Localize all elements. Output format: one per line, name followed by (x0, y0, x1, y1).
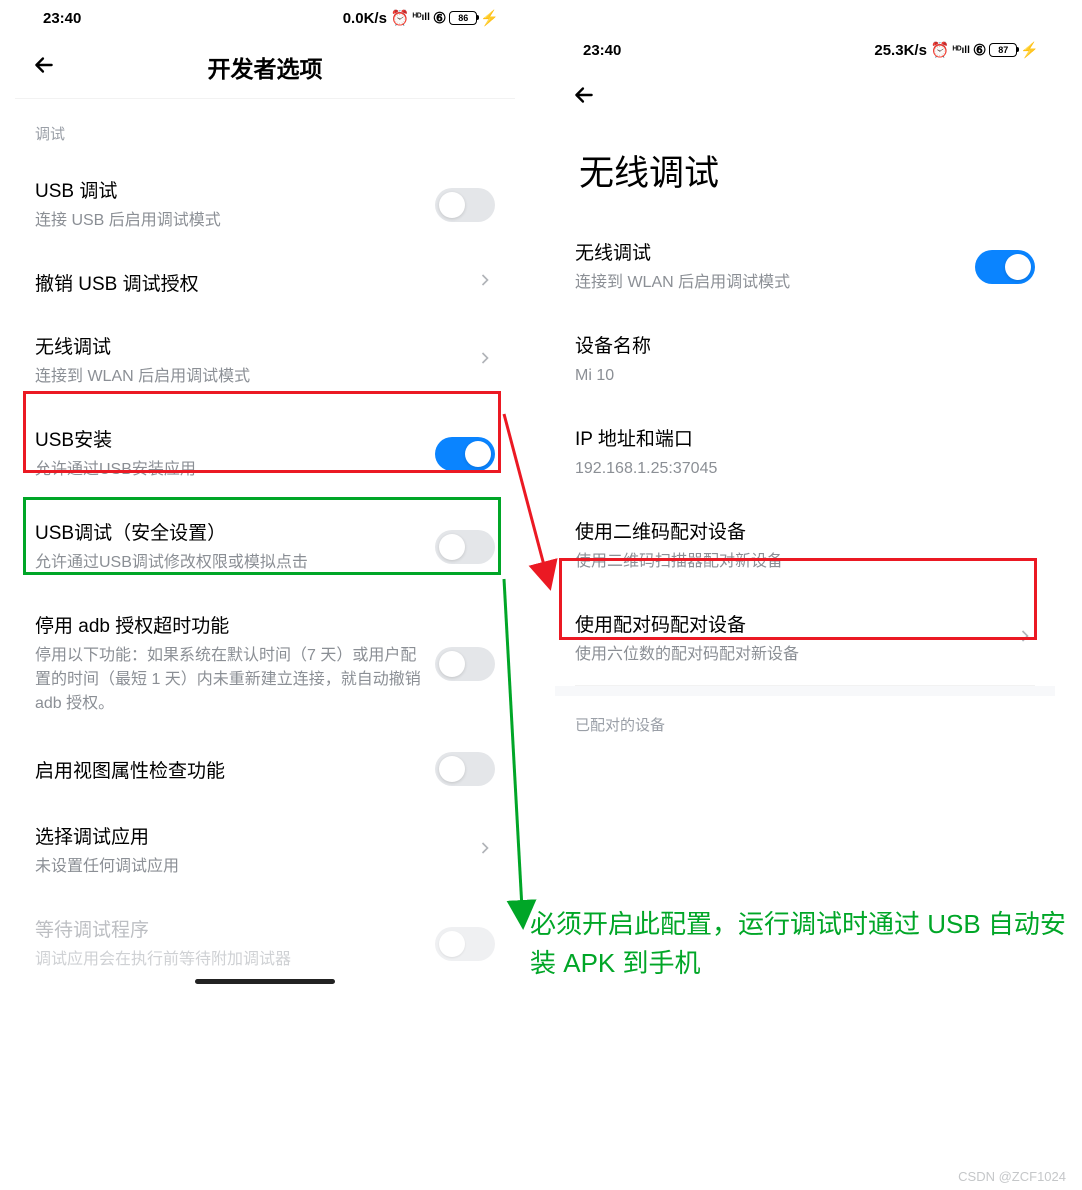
status-bar: 23:40 25.3K/s ⏰ ᴴᴰıll ⑥ 87 ⚡ (555, 32, 1055, 64)
item-ip-port: IP 地址和端口 192.168.1.25:37045 (555, 406, 1055, 499)
item-usb-debug-security[interactable]: USB调试（安全设置） 允许通过USB调试修改权限或模拟点击 (15, 500, 515, 593)
item-pair-qr[interactable]: 使用二维码配对设备 使用二维码扫描器配对新设备 (555, 499, 1055, 592)
status-right: 0.0K/s ⏰ ᴴᴰıll ⑥ 86 ⚡ (343, 9, 499, 27)
item-wait-debugger: 等待调试程序 调试应用会在执行前等待附加调试器 (15, 897, 515, 990)
item-title: 启用视图属性检查功能 (35, 756, 423, 783)
item-device-name[interactable]: 设备名称 Mi 10 (555, 313, 1055, 406)
phone-right: 23:40 25.3K/s ⏰ ᴴᴰıll ⑥ 87 ⚡ 无线调试 无线调试 连… (555, 32, 1055, 749)
page-title: 无线调试 (555, 127, 1055, 220)
item-pair-code[interactable]: 使用配对码配对设备 使用六位数的配对码配对新设备 (555, 592, 1055, 685)
item-desc: 停用以下功能：如果系统在默认时间（7 天）或用户配置的时间（最短 1 天）内未重… (35, 644, 423, 716)
item-usb-install[interactable]: USB安装 允许通过USB安装应用 (15, 407, 515, 500)
item-desc: Mi 10 (575, 364, 1023, 388)
watermark: CSDN @ZCF1024 (958, 1169, 1066, 1184)
chevron-right-icon (1015, 626, 1035, 651)
item-view-attr[interactable]: 启用视图属性检查功能 (15, 734, 515, 804)
chevron-right-icon (475, 838, 495, 863)
annotation-text: 必须开启此配置，运行调试时通过 USB 自动安装 APK 到手机 (530, 905, 1075, 983)
status-icons: ⏰ ᴴᴰıll ⑥ 87 ⚡ (931, 41, 1039, 59)
item-wireless-debug[interactable]: 无线调试 连接到 WLAN 后启用调试模式 (15, 314, 515, 407)
back-icon[interactable] (31, 52, 57, 83)
item-desc: 连接到 WLAN 后启用调试模式 (575, 271, 963, 295)
status-icons: ⏰ ᴴᴰıll ⑥ 86 ⚡ (391, 9, 499, 27)
item-usb-debug[interactable]: USB 调试 连接 USB 后启用调试模式 (15, 158, 515, 251)
header (555, 64, 1055, 127)
status-net: 0.0K/s (343, 10, 387, 27)
status-bar: 23:40 0.0K/s ⏰ ᴴᴰıll ⑥ 86 ⚡ (15, 0, 515, 32)
chevron-right-icon (475, 270, 495, 295)
header: 开发者选项 (15, 32, 515, 99)
item-select-debug-app[interactable]: 选择调试应用 未设置任何调试应用 (15, 804, 515, 897)
item-revoke-usb[interactable]: 撤销 USB 调试授权 (15, 251, 515, 314)
wifi-icon: ⑥ (433, 9, 446, 27)
status-right: 25.3K/s ⏰ ᴴᴰıll ⑥ 87 ⚡ (874, 41, 1039, 59)
item-title: 无线调试 (575, 238, 963, 265)
item-desc: 未设置任何调试应用 (35, 855, 463, 879)
item-title: USB 调试 (35, 176, 423, 203)
phone-left: 23:40 0.0K/s ⏰ ᴴᴰıll ⑥ 86 ⚡ 开发者选项 调试 USB… (15, 0, 515, 990)
item-title: 撤销 USB 调试授权 (35, 269, 463, 296)
item-title: 停用 adb 授权超时功能 (35, 611, 423, 638)
page-title: 开发者选项 (57, 50, 473, 84)
item-desc: 192.168.1.25:37045 (575, 457, 1023, 481)
section-paired: 已配对的设备 (555, 696, 1055, 749)
charging-icon: ⚡ (480, 9, 499, 27)
status-time: 23:40 (43, 10, 81, 27)
item-desc: 允许通过USB调试修改权限或模拟点击 (35, 551, 423, 575)
status-time: 23:40 (583, 42, 621, 59)
item-adb-timeout[interactable]: 停用 adb 授权超时功能 停用以下功能：如果系统在默认时间（7 天）或用户配置… (15, 593, 515, 734)
item-desc: 使用二维码扫描器配对新设备 (575, 550, 1023, 574)
item-title: 使用二维码配对设备 (575, 517, 1023, 544)
item-title: USB安装 (35, 425, 423, 452)
toggle-adb-timeout[interactable] (435, 647, 495, 681)
alarm-icon: ⏰ (391, 9, 410, 27)
toggle-view-attr[interactable] (435, 752, 495, 786)
battery-icon: 86 (449, 11, 477, 25)
toggle-usb-debug-sec[interactable] (435, 530, 495, 564)
battery-icon: 87 (989, 43, 1017, 57)
alarm-icon: ⏰ (931, 41, 950, 59)
item-title: 无线调试 (35, 332, 463, 359)
toggle-usb-install[interactable] (435, 437, 495, 471)
chevron-right-icon (475, 348, 495, 373)
item-desc: 使用六位数的配对码配对新设备 (575, 643, 1003, 667)
signal-icon: ᴴᴰıll (413, 12, 430, 25)
toggle-wireless[interactable] (975, 250, 1035, 284)
item-title: 设备名称 (575, 331, 1023, 358)
item-title: USB调试（安全设置） (35, 518, 423, 545)
back-icon[interactable] (571, 82, 597, 113)
item-desc: 调试应用会在执行前等待附加调试器 (35, 948, 423, 972)
wifi-icon: ⑥ (973, 41, 986, 59)
item-title: 等待调试程序 (35, 915, 423, 942)
signal-icon: ᴴᴰıll (953, 45, 970, 56)
status-net: 25.3K/s (874, 42, 927, 59)
toggle-usb-debug[interactable] (435, 188, 495, 222)
item-wireless-debug[interactable]: 无线调试 连接到 WLAN 后启用调试模式 (555, 220, 1055, 313)
item-desc: 连接 USB 后启用调试模式 (35, 209, 423, 233)
section-debug: 调试 (15, 99, 515, 158)
toggle-wait-debugger (435, 927, 495, 961)
item-title: IP 地址和端口 (575, 424, 1023, 451)
charging-icon: ⚡ (1020, 41, 1039, 59)
item-title: 选择调试应用 (35, 822, 463, 849)
item-desc: 允许通过USB安装应用 (35, 458, 423, 482)
item-desc: 连接到 WLAN 后启用调试模式 (35, 365, 463, 389)
divider-thick (555, 686, 1055, 696)
nav-handle[interactable] (195, 979, 335, 984)
item-title: 使用配对码配对设备 (575, 610, 1003, 637)
